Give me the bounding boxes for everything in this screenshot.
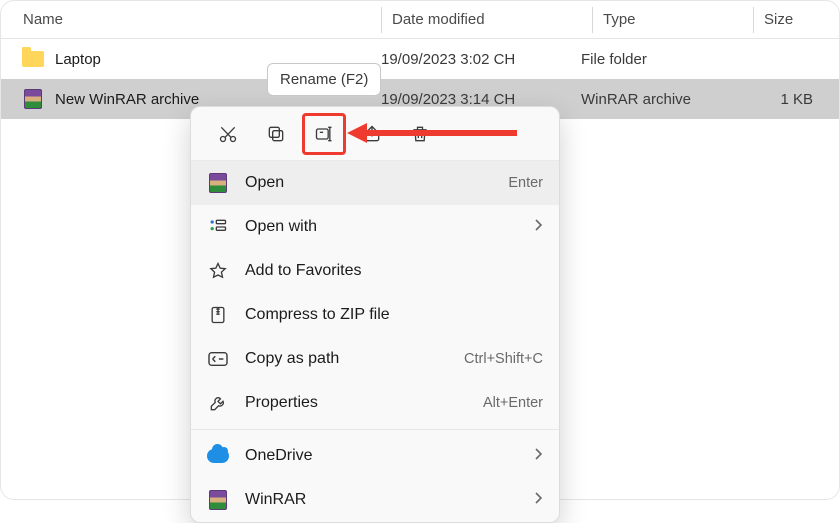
winrar-icon: [205, 172, 231, 194]
menu-properties[interactable]: Properties Alt+Enter: [191, 381, 559, 425]
chevron-right-icon: [533, 447, 543, 465]
file-row-folder[interactable]: Laptop 19/09/2023 3:02 CH File folder: [1, 39, 839, 79]
menu-shortcut: Ctrl+Shift+C: [464, 351, 543, 367]
menu-label: Open: [245, 174, 508, 192]
column-header: Name Date modified Type Size: [1, 1, 839, 39]
open-with-icon: [205, 216, 231, 238]
chevron-right-icon: [533, 491, 543, 509]
copy-button[interactable]: [255, 114, 297, 154]
rename-tooltip: Rename (F2): [267, 63, 381, 96]
menu-compress-zip[interactable]: Compress to ZIP file: [191, 293, 559, 337]
menu-label: WinRAR: [245, 491, 533, 509]
chevron-right-icon: [533, 218, 543, 236]
path-icon: [205, 348, 231, 370]
onedrive-icon: [205, 445, 231, 467]
menu-add-favorites[interactable]: Add to Favorites: [191, 249, 559, 293]
star-icon: [205, 260, 231, 282]
file-type: File folder: [581, 51, 731, 68]
menu-shortcut: Enter: [508, 175, 543, 191]
menu-label: Copy as path: [245, 350, 464, 368]
winrar-icon: [205, 489, 231, 511]
col-type[interactable]: Type: [603, 11, 753, 28]
file-date: 19/09/2023 3:14 CH: [381, 91, 581, 108]
menu-label: Compress to ZIP file: [245, 306, 543, 324]
col-date[interactable]: Date modified: [392, 11, 592, 28]
context-menu: Open Enter Open with Add to Favorites Co…: [190, 106, 560, 523]
zip-icon: [205, 304, 231, 326]
menu-onedrive[interactable]: OneDrive: [191, 434, 559, 478]
folder-icon: [21, 48, 45, 70]
col-size[interactable]: Size: [764, 11, 839, 28]
menu-copy-path[interactable]: Copy as path Ctrl+Shift+C: [191, 337, 559, 381]
menu-shortcut: Alt+Enter: [483, 395, 543, 411]
menu-label: Open with: [245, 218, 533, 236]
file-size: 1 KB: [731, 91, 839, 108]
menu-winrar[interactable]: WinRAR: [191, 478, 559, 522]
annotation-arrow: [347, 123, 517, 143]
menu-label: Add to Favorites: [245, 262, 543, 280]
wrench-icon: [205, 392, 231, 414]
file-type: WinRAR archive: [581, 91, 731, 108]
menu-label: Properties: [245, 394, 483, 412]
col-name[interactable]: Name: [1, 11, 381, 28]
menu-open-with[interactable]: Open with: [191, 205, 559, 249]
rename-button[interactable]: [303, 114, 345, 154]
menu-separator: [191, 429, 559, 430]
winrar-file-icon: [21, 88, 45, 110]
cut-button[interactable]: [207, 114, 249, 154]
menu-label: OneDrive: [245, 447, 533, 465]
menu-open[interactable]: Open Enter: [191, 161, 559, 205]
file-date: 19/09/2023 3:02 CH: [381, 51, 581, 68]
